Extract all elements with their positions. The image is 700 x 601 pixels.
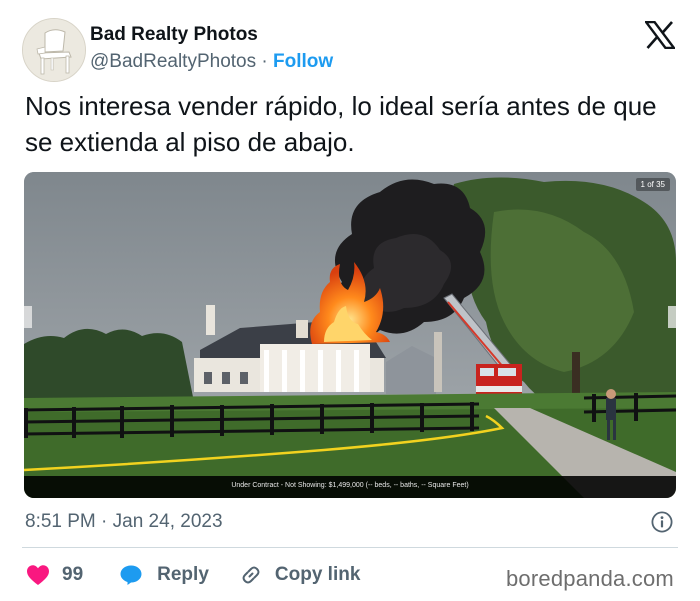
tweet-actions: 99 Reply Copy link [26, 562, 360, 588]
separator-dot: · [261, 51, 268, 72]
handle-row: @BadRealtyPhotos · Follow [90, 51, 333, 73]
house-on-fire-photo-icon [24, 172, 676, 498]
divider [22, 547, 678, 548]
tweet-timestamp[interactable]: 8:51 PM · Jan 24, 2023 [25, 511, 223, 533]
x-logo-icon[interactable] [645, 21, 675, 49]
heart-icon [27, 565, 49, 585]
tweet-text: Nos interesa vender rápido, lo ideal ser… [25, 91, 657, 157]
watermark: boredpanda.com [506, 566, 674, 591]
info-icon[interactable] [651, 511, 673, 533]
photo-caption: Under Contract - Not Showing: $1,499,000… [24, 476, 676, 498]
like-count: 99 [62, 564, 84, 585]
tweet-photo[interactable]: 1 of 35 Under Contract - Not Showing: $1… [24, 172, 676, 498]
avatar[interactable] [22, 18, 86, 82]
copy-link-label: Copy link [274, 564, 361, 585]
reply-bubble-icon [120, 565, 142, 585]
link-icon [242, 566, 260, 584]
reply-button[interactable]: Reply [119, 564, 239, 586]
chair-avatar-icon [23, 19, 85, 81]
copy-link-button[interactable]: Copy link [239, 563, 361, 587]
like-button[interactable]: 99 [26, 564, 119, 586]
photo-counter: 1 of 35 [635, 178, 670, 191]
reply-label: Reply [157, 564, 209, 585]
user-handle[interactable]: @BadRealtyPhotos [90, 51, 256, 72]
display-name[interactable]: Bad Realty Photos [90, 24, 258, 46]
follow-button[interactable]: Follow [273, 51, 333, 72]
